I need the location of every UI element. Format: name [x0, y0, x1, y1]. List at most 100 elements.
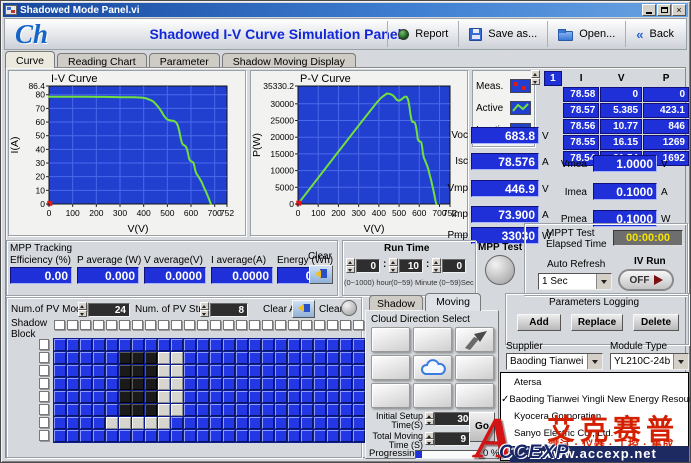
- shadow-cell[interactable]: [301, 352, 313, 364]
- shadow-cell[interactable]: [184, 365, 196, 377]
- shadow-cell[interactable]: [288, 339, 300, 351]
- shadow-cell[interactable]: [249, 378, 261, 390]
- shadow-cell[interactable]: [106, 352, 118, 364]
- shadow-cell[interactable]: [145, 365, 157, 377]
- shadow-cell[interactable]: [119, 352, 131, 364]
- shadow-cell[interactable]: [275, 404, 287, 416]
- direction-sw-button[interactable]: [371, 383, 410, 408]
- shadow-cell[interactable]: [262, 352, 274, 364]
- direction-e-button[interactable]: [455, 355, 494, 380]
- shadow-cell[interactable]: [197, 378, 209, 390]
- shadow-cell[interactable]: [171, 391, 183, 403]
- supplier-option[interactable]: Kyocera Corporation: [501, 409, 688, 426]
- shadow-cell[interactable]: [275, 378, 287, 390]
- add-button[interactable]: Add: [517, 314, 561, 331]
- shadow-cell[interactable]: [106, 365, 118, 377]
- num-pv-string-field[interactable]: 8: [210, 303, 248, 317]
- direction-se-button[interactable]: [455, 383, 494, 408]
- shadow-cell[interactable]: [67, 417, 79, 429]
- supplier-option[interactable]: Schott Solar AG: [501, 443, 688, 460]
- shadow-cell[interactable]: [132, 404, 144, 416]
- shadow-cell[interactable]: [106, 339, 118, 351]
- shadow-cell[interactable]: [171, 417, 183, 429]
- shadow-cell[interactable]: [210, 365, 222, 377]
- shadow-cell[interactable]: [54, 339, 66, 351]
- shadow-cell[interactable]: [197, 430, 209, 442]
- shadow-cell[interactable]: [340, 430, 352, 442]
- shadow-cell[interactable]: [171, 378, 183, 390]
- row-select-checkbox[interactable]: [39, 391, 49, 402]
- direction-ne-button[interactable]: [455, 327, 494, 352]
- column-select-checkbox[interactable]: [249, 320, 260, 330]
- shadow-cell[interactable]: [197, 391, 209, 403]
- shadow-cell[interactable]: [353, 352, 365, 364]
- shadow-cell[interactable]: [236, 352, 248, 364]
- row-select-checkbox[interactable]: [39, 339, 49, 350]
- maximize-button[interactable]: [657, 4, 671, 16]
- column-select-checkbox[interactable]: [353, 320, 364, 330]
- shadow-cell[interactable]: [184, 339, 196, 351]
- minimize-button[interactable]: [642, 4, 656, 16]
- shadow-cell[interactable]: [353, 365, 365, 377]
- shadow-cell[interactable]: [301, 378, 313, 390]
- shadow-cell[interactable]: [145, 339, 157, 351]
- shadow-cell[interactable]: [158, 365, 170, 377]
- shadow-cell[interactable]: [301, 339, 313, 351]
- shadow-cell[interactable]: [275, 430, 287, 442]
- hour-field[interactable]: 0: [356, 259, 380, 273]
- tab-moving[interactable]: Moving: [425, 293, 481, 311]
- shadow-cell[interactable]: [314, 378, 326, 390]
- initial-setup-spinner[interactable]: [425, 412, 434, 425]
- shadow-cell[interactable]: [223, 417, 235, 429]
- shadow-cell[interactable]: [340, 365, 352, 377]
- shadow-cell[interactable]: [340, 352, 352, 364]
- shadow-cell[interactable]: [158, 404, 170, 416]
- direction-s-button[interactable]: [413, 383, 452, 408]
- shadow-cell[interactable]: [67, 391, 79, 403]
- shadow-cell[interactable]: [236, 378, 248, 390]
- shadow-cell[interactable]: [184, 378, 196, 390]
- tab-shadow[interactable]: Shadow: [369, 295, 423, 311]
- meas-plot-style-icon[interactable]: [510, 79, 531, 93]
- shadow-cell[interactable]: [314, 417, 326, 429]
- shadow-cell[interactable]: [210, 391, 222, 403]
- shadow-cell[interactable]: [353, 417, 365, 429]
- shadow-cell[interactable]: [340, 417, 352, 429]
- minute-spinner[interactable]: [389, 258, 398, 273]
- column-select-checkbox[interactable]: [132, 320, 143, 330]
- shadow-cell[interactable]: [236, 365, 248, 377]
- supplier-option[interactable]: ✓Baoding Tianwei Yingli New Energy Resou…: [501, 392, 688, 409]
- shadow-cell[interactable]: [119, 378, 131, 390]
- shadow-cell[interactable]: [262, 365, 274, 377]
- shadow-cell[interactable]: [288, 404, 300, 416]
- column-select-checkbox[interactable]: [184, 320, 195, 330]
- shadow-cell[interactable]: [145, 352, 157, 364]
- shadow-cell[interactable]: [223, 365, 235, 377]
- shadow-cell[interactable]: [106, 378, 118, 390]
- module-type-dropdown[interactable]: YL210C-24b: [610, 353, 689, 370]
- shadow-cell[interactable]: [210, 339, 222, 351]
- report-button[interactable]: Report: [387, 21, 458, 47]
- shadow-cell[interactable]: [119, 339, 131, 351]
- shadow-cell[interactable]: [236, 391, 248, 403]
- shadow-cell[interactable]: [288, 352, 300, 364]
- column-select-checkbox[interactable]: [171, 320, 182, 330]
- shadow-cell[interactable]: [158, 391, 170, 403]
- second-field[interactable]: 0: [442, 259, 466, 273]
- row-select-checkbox[interactable]: [39, 378, 49, 389]
- shadow-cell[interactable]: [197, 352, 209, 364]
- minute-field[interactable]: 10: [399, 259, 423, 273]
- shadow-cell[interactable]: [223, 430, 235, 442]
- column-select-checkbox[interactable]: [210, 320, 221, 330]
- shadow-cell[interactable]: [210, 404, 222, 416]
- shadow-cell[interactable]: [67, 378, 79, 390]
- shadow-cell[interactable]: [197, 365, 209, 377]
- row-select-checkbox[interactable]: [39, 404, 49, 415]
- shadow-cell[interactable]: [197, 404, 209, 416]
- shadow-cell[interactable]: [184, 404, 196, 416]
- back-button[interactable]: « Back: [625, 21, 684, 47]
- shadow-cell[interactable]: [158, 378, 170, 390]
- shadow-cell[interactable]: [106, 404, 118, 416]
- shadow-cell[interactable]: [80, 339, 92, 351]
- column-select-checkbox[interactable]: [54, 320, 65, 330]
